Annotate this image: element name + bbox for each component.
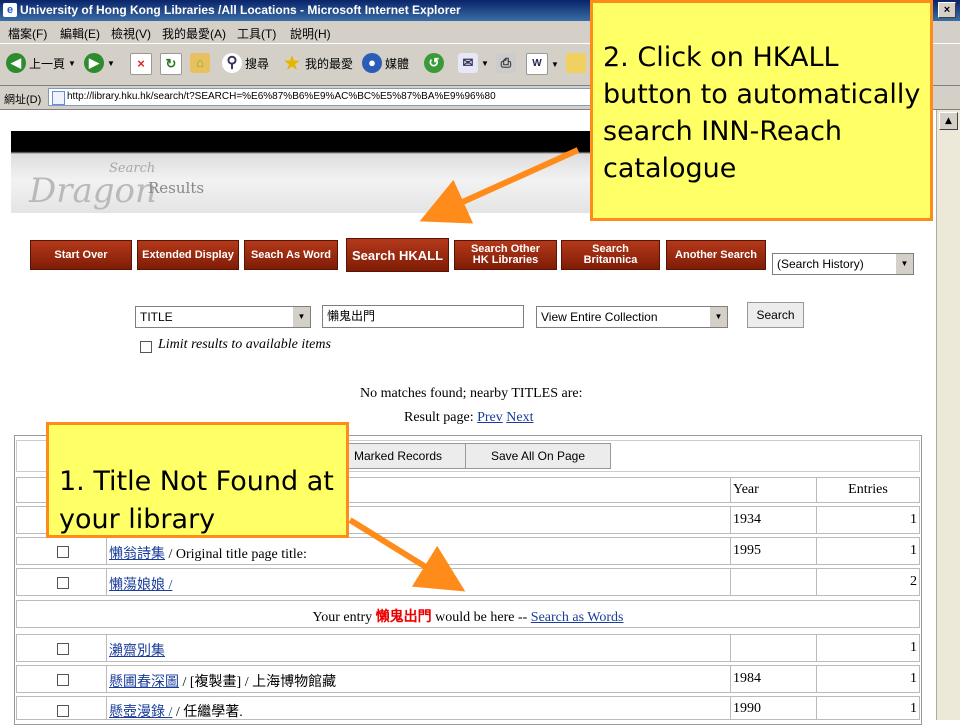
arrow-to-entry-line xyxy=(348,517,466,592)
callout-hkall: 2. Click on HKALL button to automaticall… xyxy=(590,0,933,221)
callout-title-not-found: 1. Title Not Found at your library xyxy=(46,422,349,538)
arrow-to-hkall xyxy=(419,147,580,224)
